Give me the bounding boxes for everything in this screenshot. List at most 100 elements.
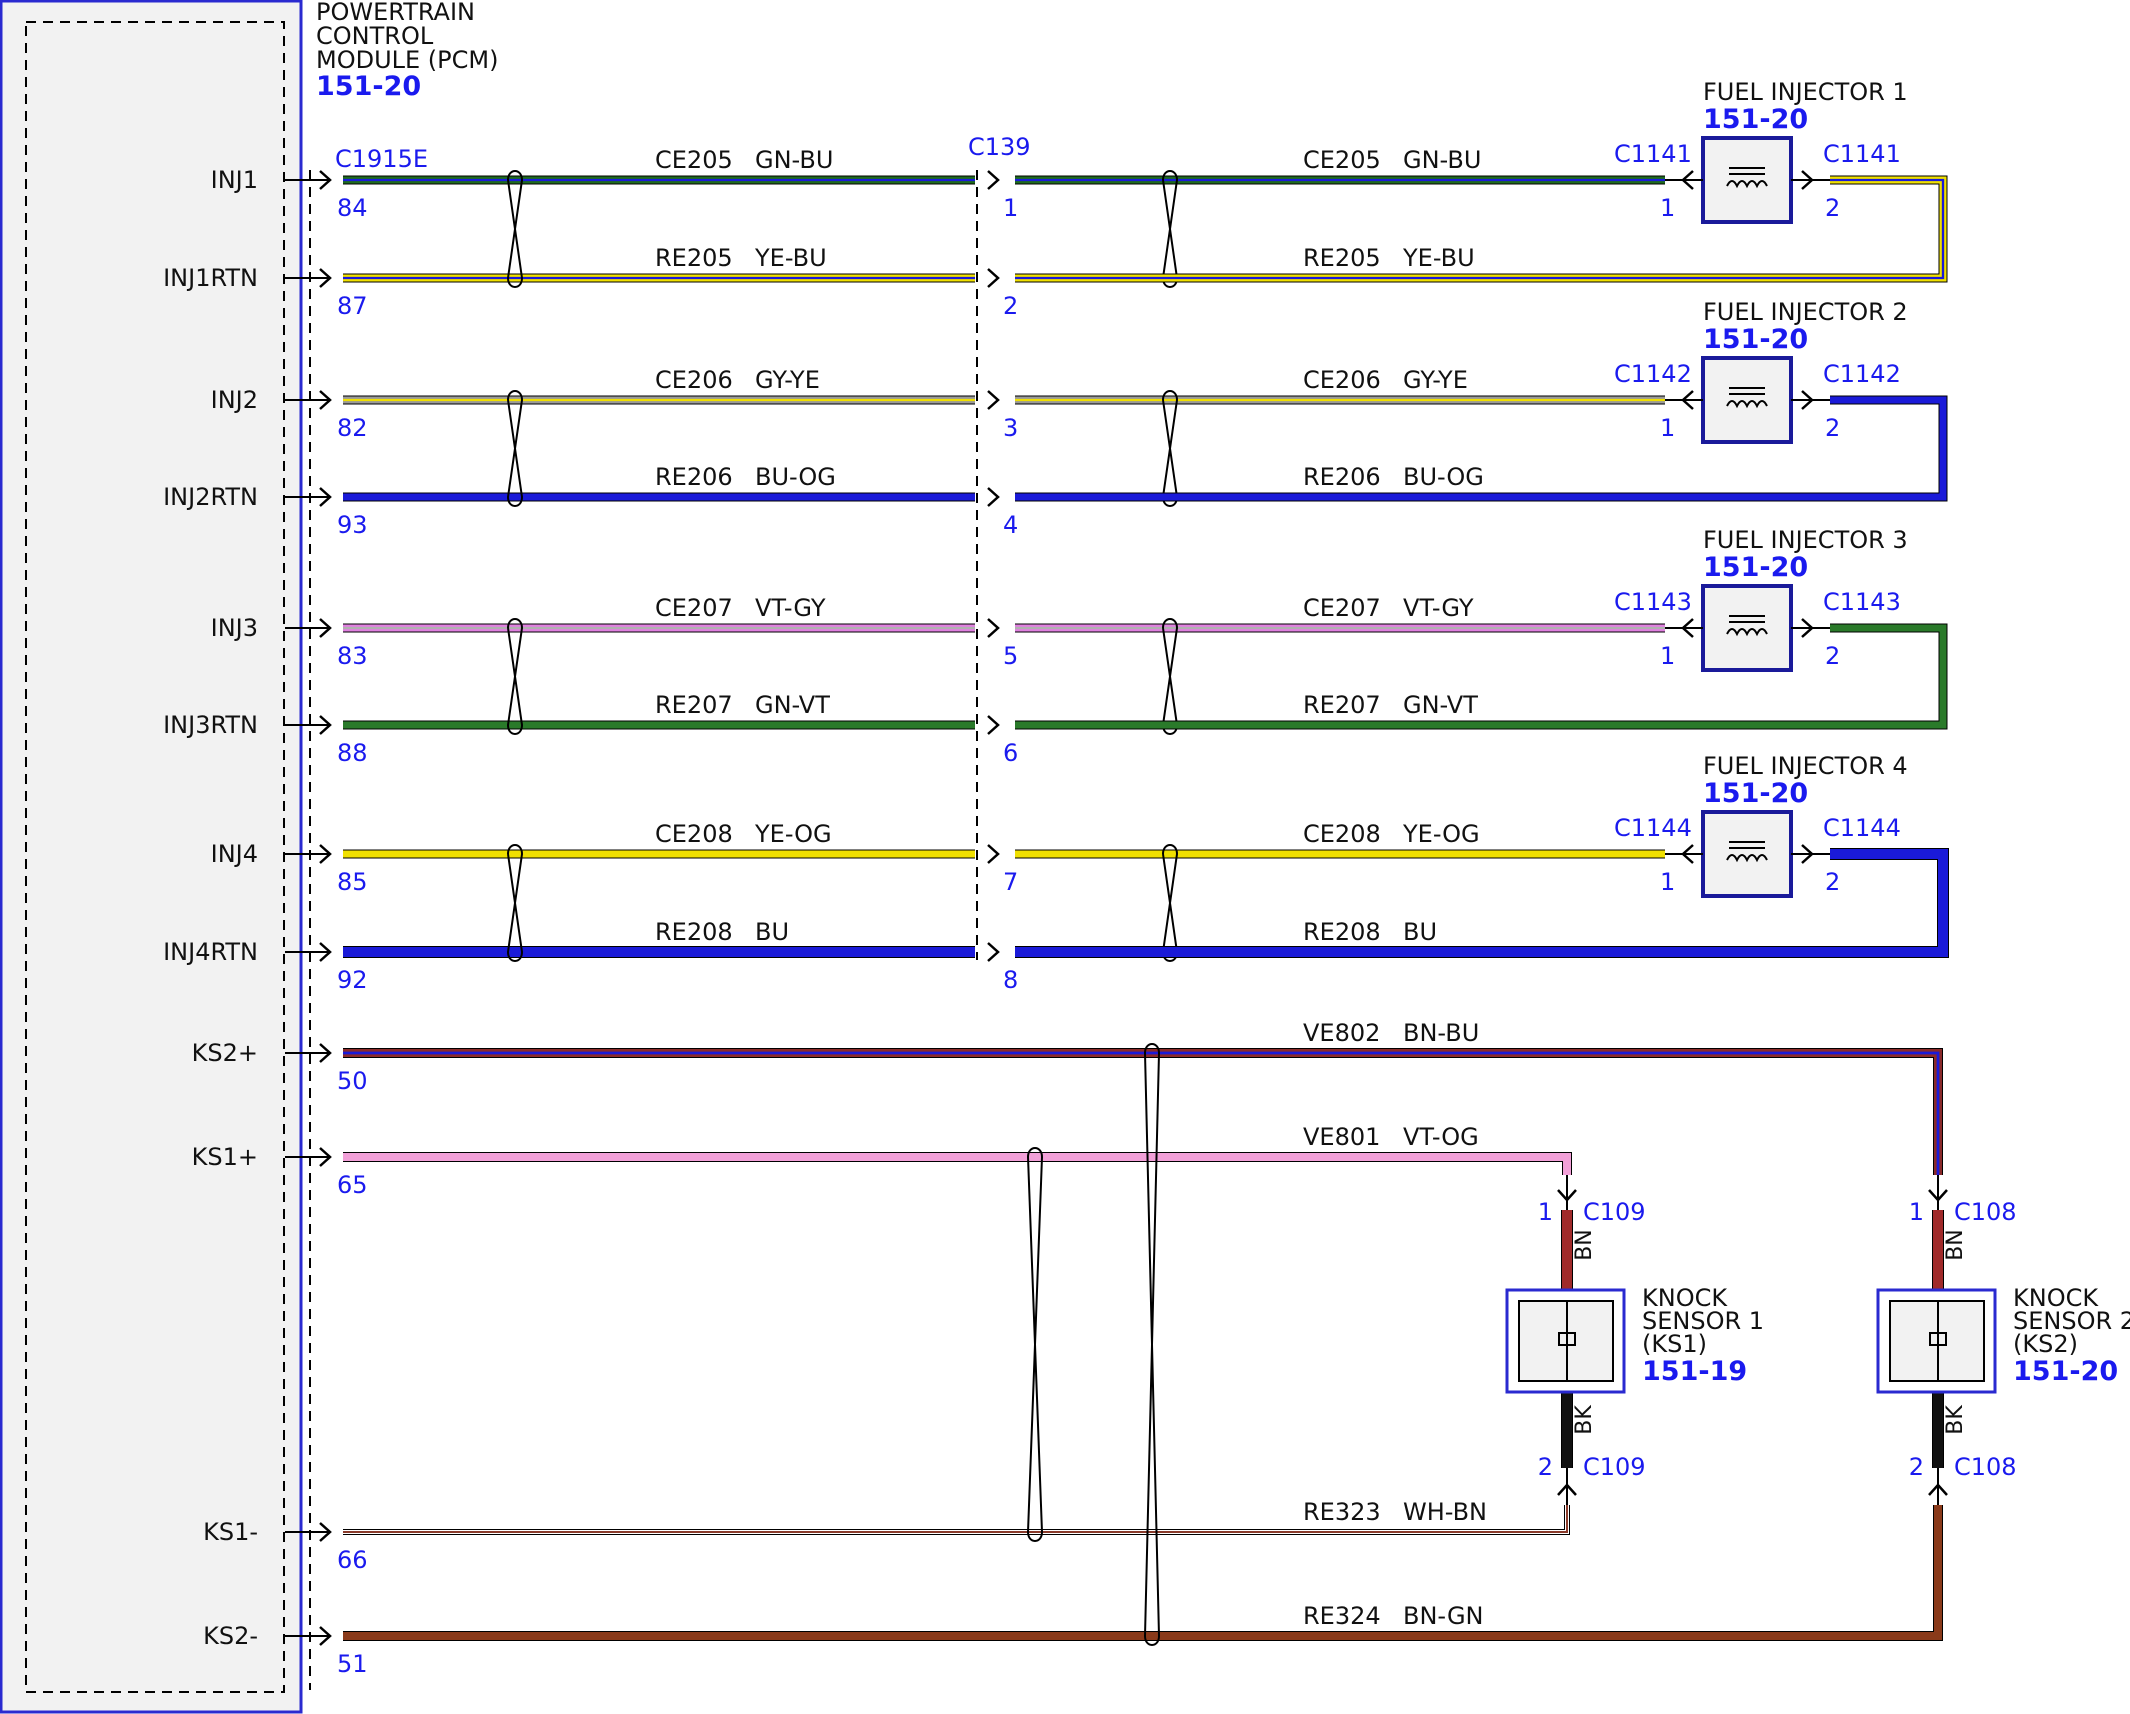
pcm-pin-number: 92 xyxy=(337,966,368,994)
sensor-wire-color: BN xyxy=(1572,1229,1597,1261)
c139-arrow xyxy=(987,268,1000,288)
c139-arrow xyxy=(987,618,1000,638)
c139-arrow xyxy=(987,715,1000,735)
wire-color-code: GN-BU xyxy=(755,146,833,174)
injector-return-wire xyxy=(1015,848,1949,958)
pcm-pin-name: INJ3 xyxy=(211,614,258,642)
twisted-pair-marker xyxy=(1161,170,1179,288)
pcm-pin-number: 88 xyxy=(337,739,368,767)
wire-color-code: YE-BU xyxy=(1402,244,1475,272)
ks2-minus-wire xyxy=(343,1505,1943,1641)
twisted-pair-marker xyxy=(506,844,524,962)
pcm-pin-name: INJ2 xyxy=(211,386,258,414)
ks1-minus-wire xyxy=(343,1505,1570,1535)
knock-sensor-connector: C109 xyxy=(1583,1198,1646,1226)
circuit-id: RE207 xyxy=(655,691,733,719)
fuel-injector-icon xyxy=(1701,584,1793,672)
circuit-id: RE205 xyxy=(1303,244,1381,272)
circuit-id: VE802 xyxy=(1303,1019,1380,1047)
c139-arrow xyxy=(987,487,1000,507)
c139-arrow xyxy=(987,844,1000,864)
pcm-pin-name: KS2+ xyxy=(192,1039,258,1067)
wiring-diagram: POWERTRAINCONTROLMODULE (PCM)151-20C1915… xyxy=(0,0,2130,1714)
c139-label: C139 xyxy=(968,133,1031,161)
circuit-id: CE206 xyxy=(655,366,733,394)
knock-sensor-ref: 151-20 xyxy=(2013,1356,2118,1387)
c139-pin-number: 2 xyxy=(1003,292,1018,320)
injector-pin-out: 2 xyxy=(1825,194,1840,222)
pcm-pin-name: KS2- xyxy=(203,1622,258,1650)
wire-color-code: WH-BN xyxy=(1403,1498,1487,1526)
circuit-id: RE323 xyxy=(1303,1498,1381,1526)
circuit-id: RE208 xyxy=(655,918,733,946)
injector-connector-out: C1141 xyxy=(1823,140,1901,168)
pcm-pin-number: 66 xyxy=(337,1546,368,1574)
pcm-pin-name: INJ4 xyxy=(211,840,258,868)
circuit-id: VE801 xyxy=(1303,1123,1380,1151)
wire-color-code: BU-OG xyxy=(755,463,836,491)
twisted-pair-marker xyxy=(506,170,524,288)
pcm-pin-number: 93 xyxy=(337,511,368,539)
pcm-pin-number: 50 xyxy=(337,1067,368,1095)
wire-color-code: BU-OG xyxy=(1403,463,1484,491)
pcm-pin-number: 85 xyxy=(337,868,368,896)
twisted-pair-marker xyxy=(1143,1043,1161,1646)
injector-pin-in: 1 xyxy=(1660,642,1675,670)
knock-sensor-name-line: (KS2) xyxy=(2013,1330,2078,1358)
injector-ref: 151-20 xyxy=(1703,104,1808,135)
circuit-id: RE205 xyxy=(655,244,733,272)
wire-color-code: VT-OG xyxy=(1403,1123,1479,1151)
c139-pin-number: 4 xyxy=(1003,511,1018,539)
knock-sensor-pin: 2 xyxy=(1909,1453,1924,1481)
circuit-id: RE206 xyxy=(655,463,733,491)
pcm-pin-number: 65 xyxy=(337,1171,368,1199)
circuit-id: CE207 xyxy=(655,594,733,622)
injector-return-wire xyxy=(1015,623,1948,730)
fuel-injector-icon xyxy=(1701,356,1793,444)
injector-connector-in: C1143 xyxy=(1614,588,1692,616)
injector-pin-in: 1 xyxy=(1660,414,1675,442)
pcm-pin-number: 87 xyxy=(337,292,368,320)
pcm-pin-name: KS1- xyxy=(203,1518,258,1546)
c139-pin-number: 6 xyxy=(1003,739,1018,767)
pcm-pin-name: INJ1RTN xyxy=(163,264,258,292)
injector-pin-in: 1 xyxy=(1660,194,1675,222)
injector-connector-in: C1141 xyxy=(1614,140,1692,168)
pcm-connector-label: C1915E xyxy=(335,145,428,173)
twisted-pair-marker xyxy=(1161,618,1179,735)
pcm-pin-name: KS1+ xyxy=(192,1143,258,1171)
wire-color-code: YE-BU xyxy=(754,244,827,272)
pcm-pin-number: 51 xyxy=(337,1650,368,1678)
injector-connector-out: C1144 xyxy=(1823,814,1901,842)
twisted-pair-marker xyxy=(1161,390,1179,507)
wire-color-code: VT-GY xyxy=(755,594,826,622)
circuit-id: RE324 xyxy=(1303,1602,1381,1630)
injector-pin-in: 1 xyxy=(1660,868,1675,896)
injector-connector-out: C1143 xyxy=(1823,588,1901,616)
knock-sensor-pin: 1 xyxy=(1538,1198,1553,1226)
injector-pin-out: 2 xyxy=(1825,414,1840,442)
wire-color-code: YE-OG xyxy=(754,820,832,848)
injector-name: FUEL INJECTOR 2 xyxy=(1703,298,1908,326)
fuel-injector-icon xyxy=(1701,136,1793,224)
injector-name: FUEL INJECTOR 4 xyxy=(1703,752,1908,780)
injector-connector-in: C1144 xyxy=(1614,814,1692,842)
circuit-id: CE207 xyxy=(1303,594,1381,622)
circuit-id: CE205 xyxy=(1303,146,1381,174)
twisted-pair-marker xyxy=(1026,1147,1044,1542)
injector-pin-out: 2 xyxy=(1825,642,1840,670)
knock-sensor-ref: 151-19 xyxy=(1642,1356,1747,1387)
wire-color-code: BU xyxy=(755,918,789,946)
injector-ref: 151-20 xyxy=(1703,778,1808,809)
knock-sensor-pin: 2 xyxy=(1538,1453,1553,1481)
knock-sensor-name-line: (KS1) xyxy=(1642,1330,1707,1358)
injector-pin-out: 2 xyxy=(1825,868,1840,896)
twisted-pair-marker xyxy=(506,618,524,735)
wire-color-code: YE-OG xyxy=(1402,820,1480,848)
pcm-pin-name: INJ3RTN xyxy=(163,711,258,739)
pcm-ref: 151-20 xyxy=(316,71,421,102)
pcm-pin-number: 83 xyxy=(337,642,368,670)
wire-color-code: GN-VT xyxy=(1403,691,1478,719)
c139-pin-number: 7 xyxy=(1003,868,1018,896)
injector-name: FUEL INJECTOR 1 xyxy=(1703,78,1908,106)
